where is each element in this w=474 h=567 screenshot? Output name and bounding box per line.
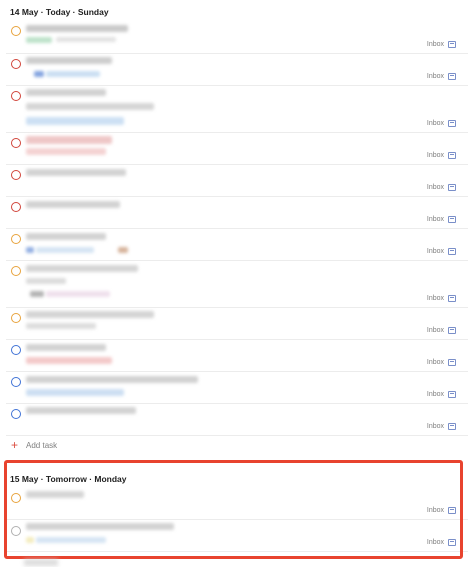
project-label: Inbox <box>426 216 444 223</box>
task-checkbox[interactable] <box>11 170 21 180</box>
add-task-label: Add task <box>26 440 58 450</box>
task-row[interactable]: Inbox <box>6 307 468 340</box>
add-task-button[interactable]: + Add task <box>11 439 57 451</box>
project-label: Inbox <box>426 120 444 127</box>
task-row[interactable]: Inbox <box>6 164 468 197</box>
task-row[interactable]: Inbox <box>6 21 468 54</box>
task-checkbox[interactable] <box>11 91 21 101</box>
task-desc-blurred <box>26 389 124 396</box>
task-desc-blurred <box>26 357 112 364</box>
task-row[interactable]: Inbox <box>6 196 468 229</box>
project-label: Inbox <box>426 184 444 191</box>
task-row[interactable]: Inbox <box>6 228 468 261</box>
task-row[interactable]: Inbox <box>6 85 468 133</box>
task-title-blurred <box>26 89 106 96</box>
inbox-icon <box>448 152 456 159</box>
project-label: Inbox <box>426 423 444 430</box>
task-project[interactable]: Inbox <box>427 152 456 159</box>
task-row[interactable]: Inbox <box>6 53 468 86</box>
task-title-blurred <box>26 265 138 272</box>
project-label: Inbox <box>426 295 444 302</box>
task-title-blurred <box>26 201 120 208</box>
task-title-blurred <box>26 136 112 144</box>
task-project[interactable]: Inbox <box>427 73 456 80</box>
inbox-icon <box>448 359 456 366</box>
task-project[interactable]: Inbox <box>427 216 456 223</box>
task-title-blurred <box>26 25 128 32</box>
highlight-box <box>4 460 463 559</box>
inbox-icon <box>448 184 456 191</box>
project-label: Inbox <box>426 73 444 80</box>
task-project[interactable]: Inbox <box>427 423 456 430</box>
task-project[interactable]: Inbox <box>427 295 456 302</box>
task-desc-blurred <box>26 247 34 253</box>
add-task-cutoff <box>24 559 58 566</box>
project-label: Inbox <box>426 152 444 159</box>
task-project[interactable]: Inbox <box>427 391 456 398</box>
task-title-blurred <box>26 311 154 318</box>
task-row[interactable]: Inbox <box>6 132 468 165</box>
task-title-blurred <box>26 169 126 176</box>
task-checkbox[interactable] <box>11 26 21 36</box>
task-desc-blurred <box>26 148 106 155</box>
project-label: Inbox <box>426 327 444 334</box>
project-label: Inbox <box>426 248 444 255</box>
task-desc-blurred <box>56 37 116 42</box>
section-header-today: 14 May · Today · Sunday <box>10 7 109 17</box>
task-desc-blurred <box>26 37 52 43</box>
task-desc-blurred <box>46 291 110 297</box>
task-checkbox[interactable] <box>11 202 21 212</box>
task-row[interactable]: Inbox <box>6 371 468 404</box>
task-checkbox[interactable] <box>11 138 21 148</box>
task-title-blurred <box>26 57 112 64</box>
task-desc-blurred <box>36 247 94 253</box>
task-project[interactable]: Inbox <box>427 327 456 334</box>
task-desc-blurred <box>26 117 124 125</box>
task-desc-blurred <box>118 247 128 253</box>
task-title-blurred <box>26 103 154 110</box>
inbox-icon <box>448 41 456 48</box>
inbox-icon <box>448 248 456 255</box>
task-row[interactable]: Inbox <box>6 403 468 436</box>
task-project[interactable]: Inbox <box>427 359 456 366</box>
task-title-blurred <box>26 233 106 240</box>
task-title-blurred <box>26 344 106 351</box>
task-checkbox[interactable] <box>11 409 21 419</box>
task-title-blurred <box>26 376 198 383</box>
task-checkbox[interactable] <box>11 377 21 387</box>
task-desc-blurred <box>26 323 96 329</box>
task-checkbox[interactable] <box>11 59 21 69</box>
task-project[interactable]: Inbox <box>427 248 456 255</box>
inbox-icon <box>448 120 456 127</box>
project-label: Inbox <box>426 391 444 398</box>
task-project[interactable]: Inbox <box>427 41 456 48</box>
inbox-icon <box>448 295 456 302</box>
task-desc-blurred <box>30 291 44 297</box>
task-checkbox[interactable] <box>11 345 21 355</box>
project-label: Inbox <box>426 41 444 48</box>
inbox-icon <box>448 73 456 80</box>
task-checkbox[interactable] <box>11 234 21 244</box>
inbox-icon <box>448 391 456 398</box>
task-title-blurred <box>26 407 136 414</box>
project-label: Inbox <box>426 359 444 366</box>
task-checkbox[interactable] <box>11 313 21 323</box>
task-project[interactable]: Inbox <box>427 184 456 191</box>
plus-icon: + <box>11 438 19 452</box>
task-project[interactable]: Inbox <box>427 120 456 127</box>
inbox-icon <box>448 216 456 223</box>
task-checkbox[interactable] <box>11 266 21 276</box>
task-row[interactable]: Inbox <box>6 339 468 372</box>
task-desc-blurred <box>46 71 100 77</box>
task-desc-blurred <box>26 278 66 284</box>
task-row[interactable]: Inbox <box>6 260 468 308</box>
inbox-icon <box>448 327 456 334</box>
task-desc-blurred <box>34 71 44 77</box>
inbox-icon <box>448 423 456 430</box>
